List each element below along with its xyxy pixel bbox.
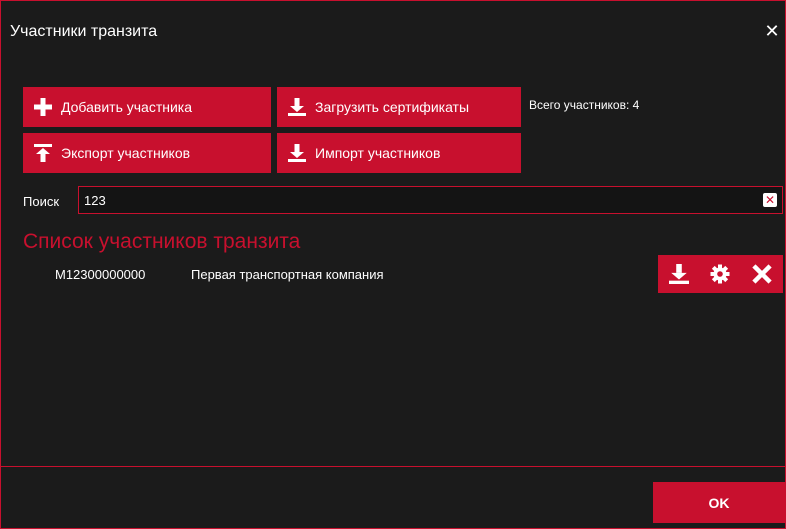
import-participants-button[interactable]: Импорт участников — [277, 133, 521, 173]
download-icon — [288, 144, 306, 162]
list-item[interactable]: M12300000000 Первая транспортная компани… — [1, 255, 786, 295]
download-icon[interactable] — [668, 263, 690, 285]
total-participants: Всего участников: 4 — [529, 98, 640, 112]
row-actions — [658, 255, 783, 293]
load-certificates-button[interactable]: Загрузить сертификаты — [277, 87, 521, 127]
search-input[interactable] — [84, 191, 744, 209]
import-participants-label: Импорт участников — [315, 145, 441, 161]
export-participants-button[interactable]: Экспорт участников — [23, 133, 271, 173]
delete-icon[interactable] — [751, 263, 773, 285]
list-title: Список участников транзита — [23, 230, 301, 253]
search-label: Поиск — [23, 194, 60, 209]
participant-id: M12300000000 — [55, 267, 146, 282]
footer-divider — [1, 466, 786, 467]
add-participant-label: Добавить участника — [61, 99, 193, 115]
search-field: ✕ — [78, 186, 783, 214]
plus-icon — [34, 98, 52, 116]
export-participants-label: Экспорт участников — [61, 145, 191, 161]
dialog-title: Участники транзита — [10, 23, 158, 40]
download-icon — [288, 98, 306, 116]
dialog-window: Участники транзита ✕ Добавить участника … — [0, 0, 786, 529]
close-icon[interactable]: ✕ — [763, 21, 781, 41]
ok-button[interactable]: OK — [653, 482, 785, 523]
clear-icon[interactable]: ✕ — [763, 193, 777, 207]
gear-icon[interactable] — [709, 263, 731, 285]
participant-name: Первая транспортная компания — [191, 267, 384, 282]
upload-icon — [34, 144, 52, 162]
add-participant-button[interactable]: Добавить участника — [23, 87, 271, 127]
load-certificates-label: Загрузить сертификаты — [315, 99, 470, 115]
